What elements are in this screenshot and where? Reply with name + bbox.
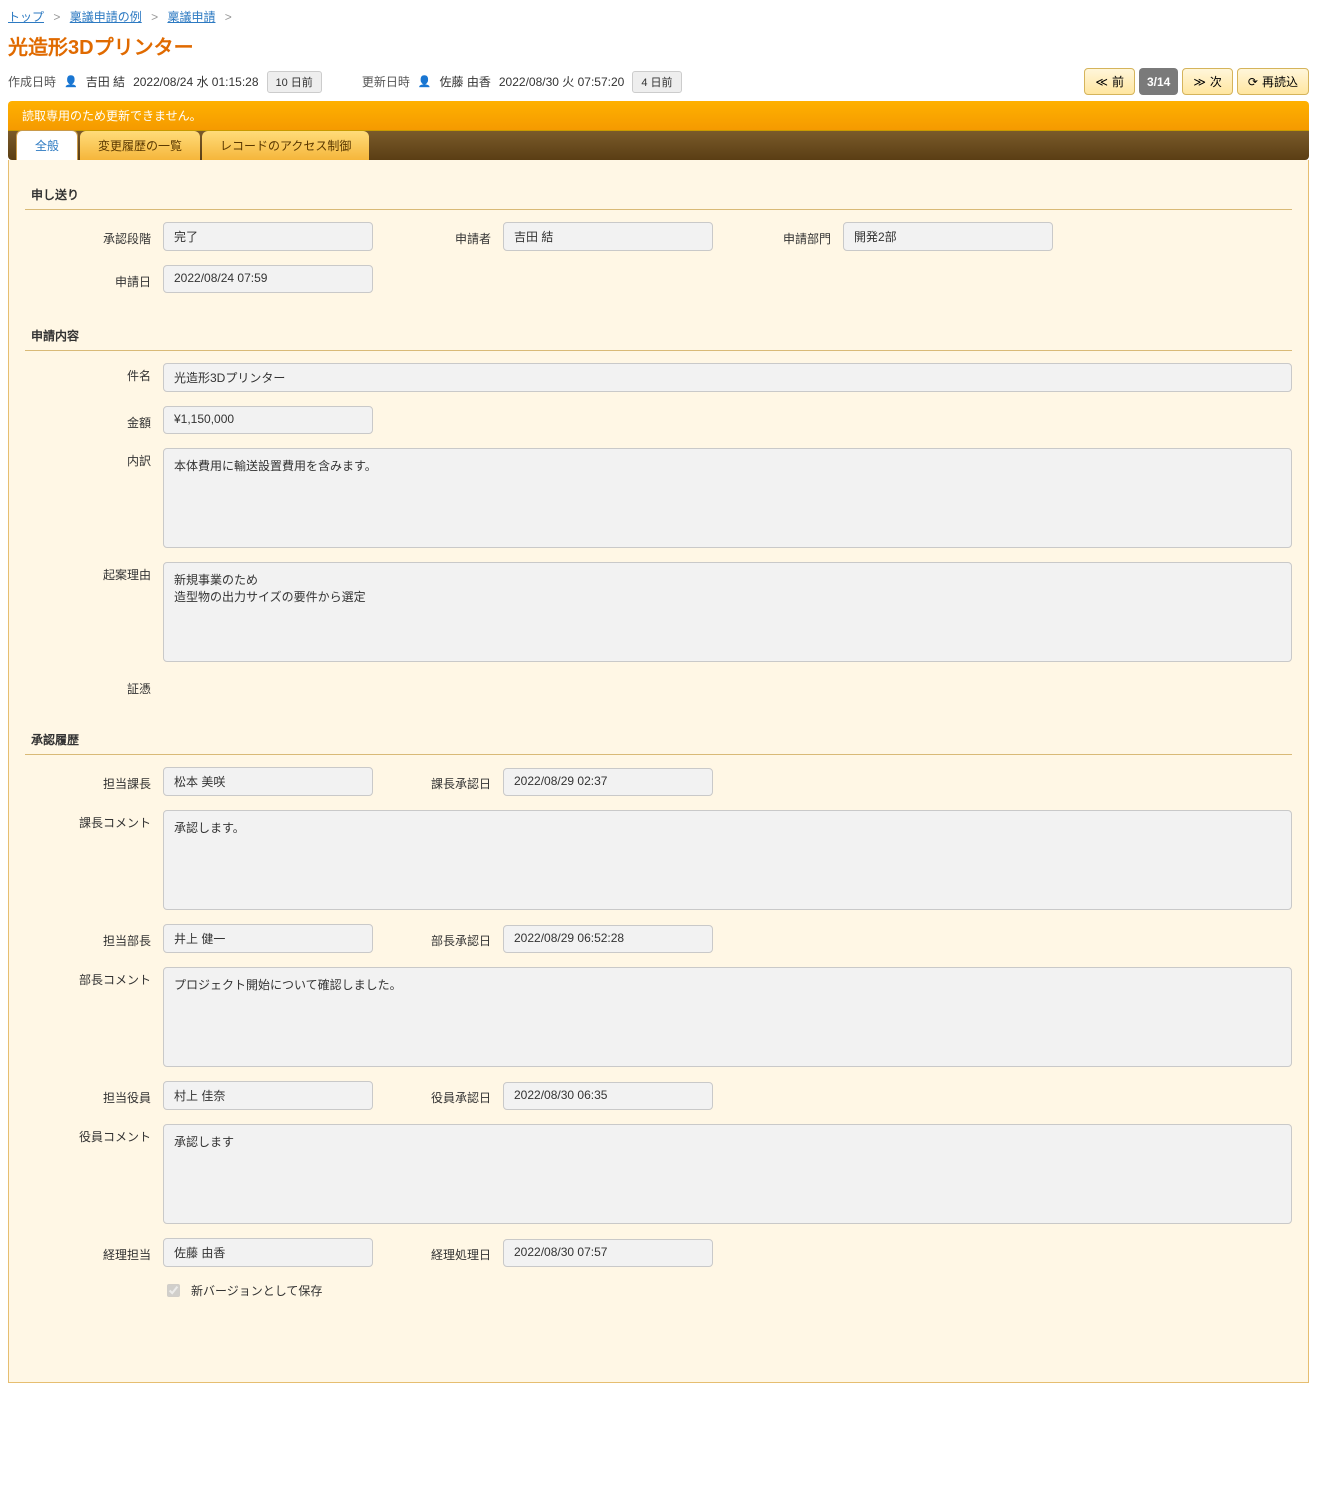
prev-fast-icon: ≪ [1095, 75, 1108, 89]
label-dir-comment: 部長コメント [43, 967, 163, 988]
label-dept: 申請部門 [723, 226, 843, 247]
label-exec-date: 役員承認日 [383, 1085, 503, 1106]
field-mgr-date: 2022/08/29 02:37 [503, 768, 713, 796]
updated-label: 更新日時 [362, 73, 410, 90]
label-evidence: 証憑 [43, 676, 163, 697]
form-panel: 申し送り 承認段階 完了 申請者 吉田 結 申請部門 開発2部 申請日 2022… [8, 160, 1309, 1383]
breadcrumb-level2[interactable]: 稟議申請 [167, 10, 215, 24]
label-amount: 金額 [43, 410, 163, 431]
field-reason: 新規事業のため 造型物の出力サイズの要件から選定 [163, 562, 1292, 662]
checkbox-new-version-label: 新バージョンとして保存 [191, 1282, 322, 1299]
label-exec-comment: 役員コメント [43, 1124, 163, 1145]
created-label: 作成日時 [8, 73, 56, 90]
label-dir-date: 部長承認日 [383, 928, 503, 949]
section-title-approval: 承認履歴 [25, 725, 1292, 755]
label-mgr-comment: 課長コメント [43, 810, 163, 831]
field-breakdown: 本体費用に輸送設置費用を含みます。 [163, 448, 1292, 548]
label-acct: 経理担当 [43, 1242, 163, 1263]
label-stage: 承認段階 [43, 226, 163, 247]
section-title-contents: 申請内容 [25, 321, 1292, 351]
created-badge: 10 日前 [267, 71, 322, 93]
label-breakdown: 内訳 [43, 448, 163, 469]
breadcrumb-sep: > [225, 10, 232, 24]
breadcrumb-sep: > [151, 10, 158, 24]
reload-button[interactable]: ⟳ 再読込 [1237, 68, 1309, 95]
field-mgr-comment: 承認します。 [163, 810, 1292, 910]
next-label: 次 [1210, 73, 1222, 90]
label-acct-date: 経理処理日 [383, 1242, 503, 1263]
label-apply-date: 申請日 [43, 269, 163, 290]
checkbox-new-version [167, 1284, 180, 1297]
label-exec: 担当役員 [43, 1085, 163, 1106]
record-counter: 3/14 [1139, 68, 1178, 95]
created-datetime: 2022/08/24 水 01:15:28 [133, 73, 258, 90]
field-dir-comment: プロジェクト開始について確認しました。 [163, 967, 1292, 1067]
tab-strip: 全般 変更履歴の一覧 レコードのアクセス制御 [8, 130, 1309, 160]
prev-label: 前 [1112, 73, 1124, 90]
label-subject: 件名 [43, 363, 163, 384]
field-exec: 村上 佳奈 [163, 1081, 373, 1110]
created-user: 吉田 結 [86, 73, 125, 90]
breadcrumb-level1[interactable]: 稟議申請の例 [70, 10, 142, 24]
field-dir-date: 2022/08/29 06:52:28 [503, 925, 713, 953]
updated-datetime: 2022/08/30 火 07:57:20 [499, 73, 624, 90]
updated-user: 佐藤 由香 [440, 73, 491, 90]
field-exec-comment: 承認します [163, 1124, 1292, 1224]
tab-access[interactable]: レコードのアクセス制御 [202, 131, 369, 160]
field-mgr: 松本 美咲 [163, 767, 373, 796]
record-nav: ≪ 前 3/14 ≫ 次 ⟳ 再読込 [1084, 68, 1309, 95]
label-mgr-date: 課長承認日 [383, 771, 503, 792]
field-applicant: 吉田 結 [503, 222, 713, 251]
page-title: 光造形3Dプリンター [8, 31, 1309, 60]
label-mgr: 担当課長 [43, 771, 163, 792]
reload-label: 再読込 [1262, 73, 1298, 90]
field-stage: 完了 [163, 222, 373, 251]
breadcrumb-sep: > [53, 10, 60, 24]
label-reason: 起案理由 [43, 562, 163, 583]
field-acct: 佐藤 由香 [163, 1238, 373, 1267]
user-icon: 👤 [418, 75, 432, 88]
field-exec-date: 2022/08/30 06:35 [503, 1082, 713, 1110]
breadcrumb-top[interactable]: トップ [8, 10, 44, 24]
readonly-notice: 読取専用のため更新できません。 [8, 101, 1309, 130]
label-dir: 担当部長 [43, 928, 163, 949]
field-apply-date: 2022/08/24 07:59 [163, 265, 373, 293]
field-dept: 開発2部 [843, 222, 1053, 251]
next-fast-icon: ≫ [1193, 75, 1206, 89]
created-meta: 作成日時 👤 吉田 結 2022/08/24 水 01:15:28 10 日前 [8, 71, 322, 93]
tab-history[interactable]: 変更履歴の一覧 [80, 131, 200, 160]
label-applicant: 申請者 [383, 226, 503, 247]
field-acct-date: 2022/08/30 07:57 [503, 1239, 713, 1267]
user-icon: 👤 [64, 75, 78, 88]
next-button[interactable]: ≫ 次 [1182, 68, 1233, 95]
breadcrumb: トップ > 稟議申請の例 > 稟議申請 > [8, 8, 1309, 25]
tab-general[interactable]: 全般 [16, 130, 78, 160]
field-subject: 光造形3Dプリンター [163, 363, 1292, 392]
updated-badge: 4 日前 [632, 71, 681, 93]
section-title-transfer: 申し送り [25, 180, 1292, 210]
field-amount: ¥1,150,000 [163, 406, 373, 434]
prev-button[interactable]: ≪ 前 [1084, 68, 1135, 95]
field-dir: 井上 健一 [163, 924, 373, 953]
reload-icon: ⟳ [1248, 75, 1258, 89]
updated-meta: 更新日時 👤 佐藤 由香 2022/08/30 火 07:57:20 4 日前 [362, 71, 682, 93]
